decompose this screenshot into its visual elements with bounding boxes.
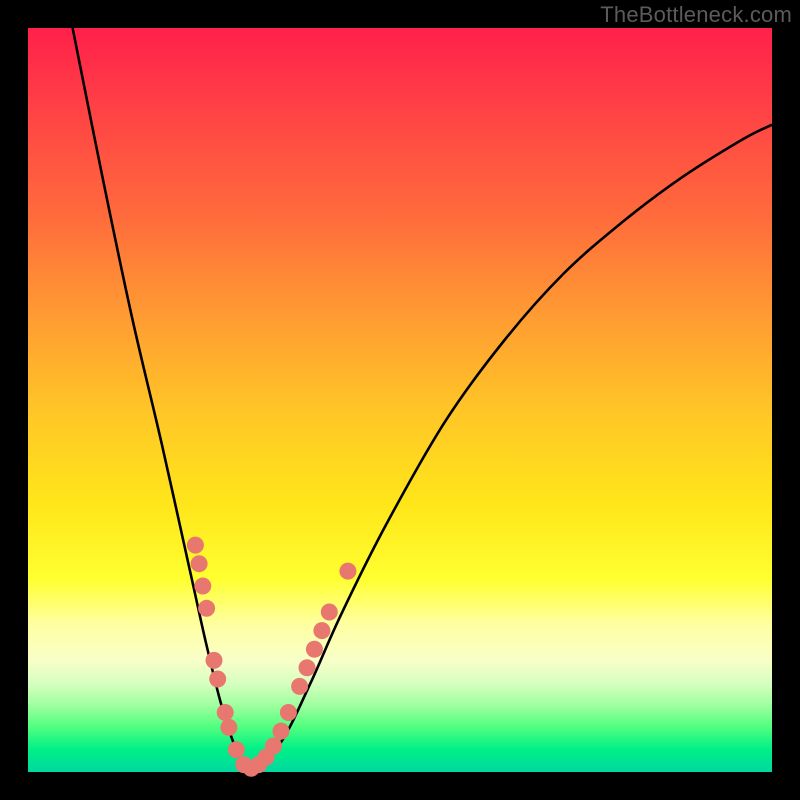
plot-area — [28, 28, 772, 772]
scatter-points — [187, 537, 357, 777]
data-point — [313, 622, 330, 639]
data-point — [206, 652, 223, 669]
data-point — [306, 641, 323, 658]
curve-layer — [28, 28, 772, 772]
data-point — [191, 555, 208, 572]
data-point — [339, 563, 356, 580]
data-point — [291, 678, 308, 695]
data-point — [228, 741, 245, 758]
data-point — [187, 537, 204, 554]
data-point — [280, 704, 297, 721]
data-point — [273, 723, 290, 740]
data-point — [265, 738, 282, 755]
data-point — [198, 600, 215, 617]
data-point — [209, 671, 226, 688]
data-point — [194, 578, 211, 595]
chart-frame: TheBottleneck.com — [0, 0, 800, 800]
data-point — [299, 659, 316, 676]
data-point — [217, 704, 234, 721]
watermark-text: TheBottleneck.com — [600, 2, 792, 28]
data-point — [321, 604, 338, 621]
bottleneck-curve — [73, 28, 772, 772]
data-point — [220, 719, 237, 736]
